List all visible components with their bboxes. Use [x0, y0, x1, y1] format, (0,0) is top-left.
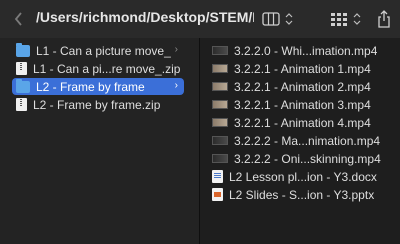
folder-icon — [16, 78, 30, 93]
list-item-label: 3.2.2.0 - Whi...imation.mp4 — [234, 43, 378, 58]
group-button[interactable] — [330, 8, 364, 30]
folder-icon — [16, 42, 30, 57]
path-title: /Users/richmond/Desktop/STEM/L... — [36, 9, 254, 25]
list-item-label: L1 - Can a picture move_ — [36, 43, 171, 58]
zip-icon — [16, 98, 27, 111]
list-item[interactable]: 3.2.2.1 - Animation 2.mp4 — [212, 78, 396, 95]
docx-icon — [212, 170, 223, 183]
column-view-icon — [262, 12, 293, 26]
video-dark-icon — [212, 46, 228, 55]
video-icon — [212, 64, 228, 73]
list-item[interactable]: 3.2.2.0 - Whi...imation.mp4 — [212, 42, 396, 59]
share-button[interactable] — [374, 8, 394, 30]
zip-icon — [16, 62, 27, 75]
list-item-label: 3.2.2.1 - Animation 2.mp4 — [234, 79, 371, 94]
list-item[interactable]: L2 Lesson pl...ion - Y3.docx — [212, 168, 396, 185]
list-item-label: 3.2.2.2 - Ma...nimation.mp4 — [234, 133, 381, 148]
list-item-selected[interactable]: L2 - Frame by frame › — [12, 78, 184, 95]
list-item[interactable]: 3.2.2.1 - Animation 4.mp4 — [212, 114, 396, 131]
list-item-label: L2 - Frame by frame — [36, 79, 145, 94]
chevron-right-icon: › — [174, 80, 178, 91]
list-item[interactable]: L1 - Can a pi...re move_.zip — [12, 60, 184, 77]
video-icon — [212, 82, 228, 91]
column-parent: L1 - Can a picture move_ › L1 - Can a pi… — [0, 38, 200, 244]
video-dark-icon — [212, 154, 228, 163]
list-item-label: L2 Lesson pl...ion - Y3.docx — [229, 169, 377, 184]
video-icon — [212, 100, 228, 109]
grid-view-icon — [331, 13, 361, 26]
list-item-label: L1 - Can a pi...re move_.zip — [33, 61, 181, 76]
video-dark-icon — [212, 136, 228, 145]
chevron-left-icon — [14, 12, 22, 26]
list-item-label: 3.2.2.1 - Animation 3.mp4 — [234, 97, 371, 112]
finder-toolbar: /Users/richmond/Desktop/STEM/L... — [0, 0, 400, 39]
share-icon — [378, 10, 390, 28]
back-button[interactable] — [10, 8, 28, 30]
list-item[interactable]: L2 Slides - S...ion - Y3.pptx — [212, 186, 396, 203]
list-item[interactable]: 3.2.2.2 - Oni...skinning.mp4 — [212, 150, 396, 167]
view-switcher[interactable] — [262, 8, 296, 30]
list-item-label: 3.2.2.1 - Animation 1.mp4 — [234, 61, 371, 76]
video-icon — [212, 118, 228, 127]
list-item[interactable]: 3.2.2.2 - Ma...nimation.mp4 — [212, 132, 396, 149]
list-item[interactable]: 3.2.2.1 - Animation 1.mp4 — [212, 60, 396, 77]
list-item-label: 3.2.2.1 - Animation 4.mp4 — [234, 115, 371, 130]
pptx-icon — [212, 188, 223, 201]
column-contents: 3.2.2.0 - Whi...imation.mp4 3.2.2.1 - An… — [200, 38, 400, 244]
list-item-label: L2 Slides - S...ion - Y3.pptx — [229, 187, 375, 202]
list-item-label: 3.2.2.2 - Oni...skinning.mp4 — [234, 151, 381, 166]
list-item[interactable]: L1 - Can a picture move_ › — [12, 42, 184, 59]
chevron-right-icon: › — [174, 44, 178, 55]
list-item[interactable]: 3.2.2.1 - Animation 3.mp4 — [212, 96, 396, 113]
list-item[interactable]: L2 - Frame by frame.zip — [12, 96, 184, 113]
list-item-label: L2 - Frame by frame.zip — [33, 97, 161, 112]
